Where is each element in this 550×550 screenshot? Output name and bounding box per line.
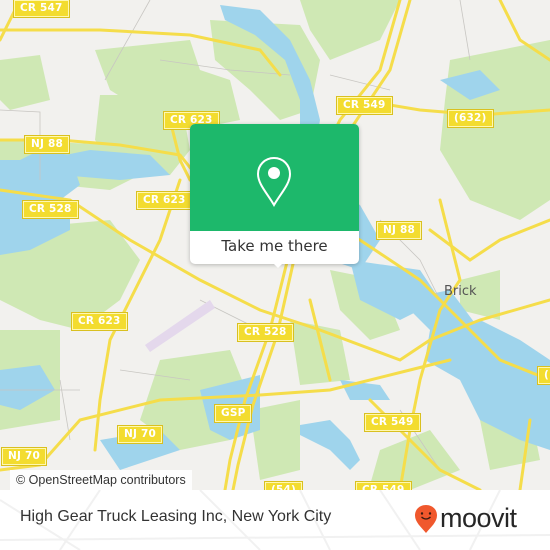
road-shield: CR 549 [355,481,412,490]
moovit-wordmark: moovit [440,503,517,533]
road-shield: CR 528 [22,200,79,219]
road-shield: CR 623 [136,191,193,210]
road-shield: CR 549 [364,413,421,432]
popup-tail [270,260,286,268]
road-shield: NJ 70 [117,425,163,444]
road-shield: NJ 70 [1,447,47,466]
road-shield: NJ 88 [376,221,422,240]
moovit-logo[interactable]: moovit [414,503,517,534]
popup-header [190,124,359,231]
map-canvas[interactable]: CR 547 CR 623 NJ 88 CR 528 CR 623 CR 623… [0,0,550,490]
moovit-pin-icon [415,504,437,533]
road-shield: GSP [213,404,253,423]
location-title: High Gear Truck Leasing Inc, New York Ci… [20,508,332,525]
road-shield: (632) [447,109,494,128]
road-shield: CR 623 [71,312,128,331]
airport-runway [145,300,215,352]
footer-bar: High Gear Truck Leasing Inc, New York Ci… [0,490,550,550]
road-shield: (54) [263,481,304,490]
map-attribution[interactable]: © OpenStreetMap contributors [10,470,192,490]
place-label-brick: Brick [444,284,477,299]
road-shield: CR 547 [13,0,70,18]
road-shield: CR 549 [336,96,393,115]
location-pin-icon [256,156,292,207]
road-shield: CR 528 [237,323,294,342]
attribution-text: © OpenStreetMap contributors [16,473,186,487]
road-shield: ( [537,366,550,385]
destination-popup: Take me there [190,124,359,268]
road-shield: NJ 88 [24,135,70,154]
